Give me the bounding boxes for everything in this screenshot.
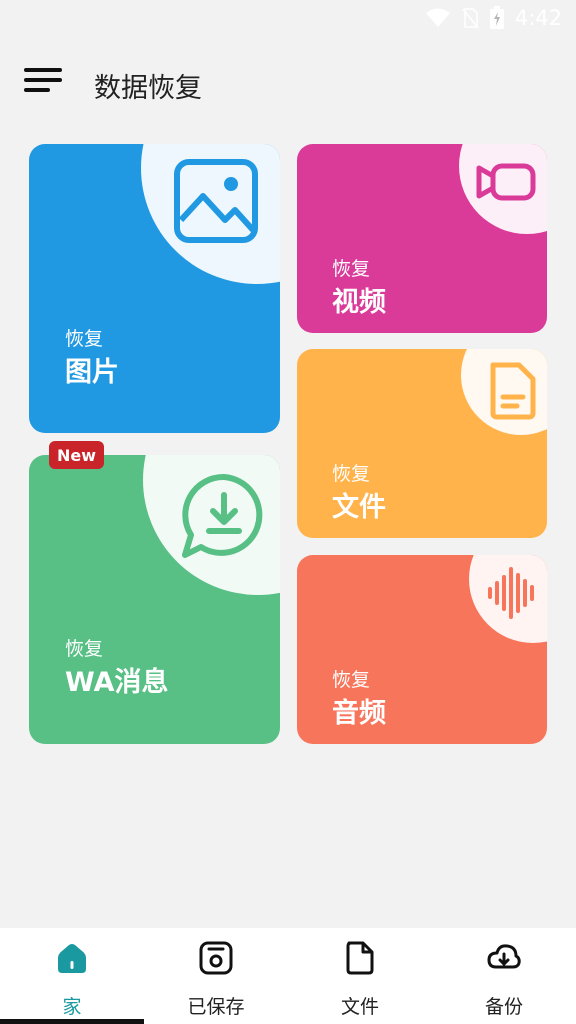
card-title: 音频 bbox=[332, 698, 386, 729]
nav-item-home[interactable]: 家 bbox=[0, 928, 144, 1024]
card-title: 视频 bbox=[332, 287, 386, 318]
card-subtitle: 恢复 bbox=[65, 638, 104, 660]
new-badge: New bbox=[49, 441, 104, 469]
document-icon bbox=[490, 362, 536, 420]
no-sim-icon bbox=[462, 8, 479, 29]
cloud-download-icon bbox=[487, 944, 521, 969]
card-subtitle: 恢复 bbox=[332, 669, 371, 691]
chat-download-icon bbox=[182, 473, 263, 558]
wifi-icon bbox=[425, 8, 450, 27]
recover-video-card[interactable]: 恢复 视频 bbox=[297, 144, 547, 333]
nav-item-saved[interactable]: 已保存 bbox=[144, 928, 288, 1024]
status-bar: 4:42 bbox=[0, 0, 576, 40]
recover-documents-card[interactable]: 恢复 文件 bbox=[297, 349, 547, 538]
nav-label: 备份 bbox=[484, 996, 523, 1018]
video-camera-icon bbox=[476, 163, 536, 201]
image-icon bbox=[174, 159, 258, 243]
saved-icon bbox=[199, 941, 233, 975]
bottom-nav: 家 已保存 文件 备份 bbox=[0, 928, 576, 1024]
card-subtitle: 恢复 bbox=[332, 463, 371, 485]
nav-item-files[interactable]: 文件 bbox=[288, 928, 432, 1024]
battery-charging-icon bbox=[489, 6, 504, 29]
card-subtitle: 恢复 bbox=[332, 258, 371, 280]
card-subtitle: 恢复 bbox=[65, 328, 104, 350]
hamburger-menu-icon[interactable] bbox=[24, 68, 64, 98]
nav-label: 家 bbox=[62, 996, 82, 1018]
card-title: 文件 bbox=[332, 492, 386, 523]
file-icon bbox=[346, 941, 374, 975]
page-title: 数据恢复 bbox=[94, 73, 202, 104]
nav-label: 文件 bbox=[340, 996, 379, 1018]
home-icon bbox=[58, 944, 86, 973]
card-title: WA消息 bbox=[65, 667, 169, 698]
sound-wave-icon bbox=[488, 567, 534, 619]
active-indicator bbox=[0, 1019, 144, 1024]
nav-item-backup[interactable]: 备份 bbox=[432, 928, 576, 1024]
nav-label: 已保存 bbox=[187, 996, 245, 1018]
recover-audio-card[interactable]: 恢复 音频 bbox=[297, 555, 547, 744]
card-title: 图片 bbox=[65, 357, 119, 388]
recover-wa-messages-card[interactable]: 恢复 WA消息 bbox=[29, 455, 280, 744]
status-time: 4:42 bbox=[514, 6, 562, 30]
status-icons: 4:42 bbox=[425, 6, 562, 30]
app-header: 数据恢复 bbox=[0, 54, 576, 114]
recover-photos-card[interactable]: 恢复 图片 bbox=[29, 144, 280, 433]
